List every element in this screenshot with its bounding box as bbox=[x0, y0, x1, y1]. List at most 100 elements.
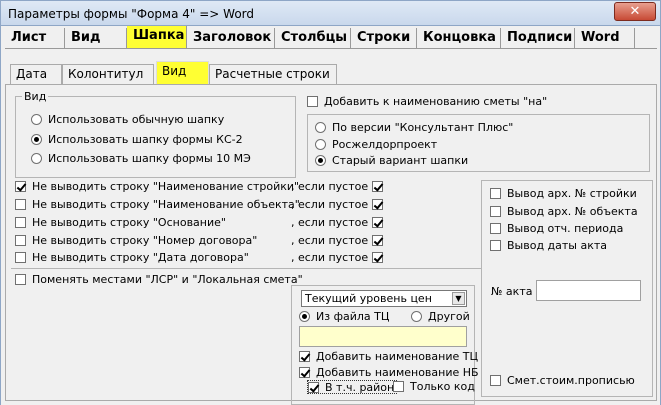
act-no-input[interactable] bbox=[536, 280, 641, 301]
title-bar: Параметры формы "Форма 4" => Word ✕ bbox=[0, 0, 661, 26]
arch-construction-no-checkbox[interactable]: Вывод арх. № стройки bbox=[490, 187, 637, 201]
radio-button[interactable] bbox=[411, 311, 422, 322]
checkbox[interactable] bbox=[393, 381, 404, 392]
price-level-select[interactable]: Текущий уровень цен ▼ bbox=[301, 290, 467, 307]
checkbox[interactable] bbox=[371, 252, 383, 263]
checkbox[interactable] bbox=[15, 181, 26, 192]
radio-label: Использовать шапку формы КС-2 bbox=[48, 133, 243, 146]
checkbox[interactable] bbox=[307, 96, 318, 107]
radio-10me-header[interactable]: Использовать шапку формы 10 МЭ bbox=[31, 152, 251, 166]
radio-consultant[interactable]: По версии "Консультант Плюс" bbox=[315, 121, 513, 135]
chevron-down-icon[interactable]: ▼ bbox=[452, 292, 465, 305]
radio-button[interactable] bbox=[315, 155, 326, 166]
view-group-legend: Вид bbox=[22, 90, 49, 103]
act-date-checkbox[interactable]: Вывод даты акта bbox=[490, 239, 607, 253]
add-nb-name-checkbox[interactable]: Добавить наименование НБ bbox=[299, 366, 479, 380]
radio-label: Росжелдорпроект bbox=[332, 138, 438, 151]
incl-region-checkbox[interactable]: В т.ч. район bbox=[307, 380, 398, 394]
if-empty-object[interactable]: , если пустое bbox=[291, 198, 389, 212]
if-empty-construction[interactable]: , если пустое bbox=[291, 180, 389, 194]
tab-signatures[interactable]: Подписи bbox=[501, 28, 575, 49]
radio-label: Использовать обычную шапку bbox=[48, 113, 225, 126]
checkbox[interactable] bbox=[490, 223, 501, 234]
price-file-field[interactable] bbox=[299, 326, 467, 347]
if-empty-label: , если пустое bbox=[291, 251, 369, 264]
radio-button[interactable] bbox=[299, 311, 310, 322]
tab-divider bbox=[5, 48, 657, 49]
checkbox[interactable] bbox=[490, 240, 501, 251]
if-empty-label: , если пустое bbox=[291, 180, 369, 193]
tab-title[interactable]: Заголовок bbox=[187, 28, 275, 49]
checkbox-label: Вывод отч. периода bbox=[507, 222, 624, 235]
radio-button[interactable] bbox=[31, 153, 42, 164]
checkbox[interactable] bbox=[15, 252, 26, 263]
report-period-checkbox[interactable]: Вывод отч. периода bbox=[490, 222, 623, 236]
radio-label: Из файла ТЦ bbox=[316, 310, 390, 323]
radio-old-header[interactable]: Старый вариант шапки bbox=[315, 154, 468, 168]
tab-ending[interactable]: Концовка bbox=[417, 28, 501, 49]
hide-contract-date-row[interactable]: Не выводить строку "Дата договора" bbox=[15, 251, 249, 265]
radio-label: Другой bbox=[428, 310, 470, 323]
checkbox-label: Добавить наименование ТЦ bbox=[316, 350, 479, 363]
radio-plain-header[interactable]: Использовать обычную шапку bbox=[31, 113, 224, 127]
checkbox[interactable] bbox=[371, 217, 383, 228]
radio-button[interactable] bbox=[315, 122, 326, 133]
act-no-label: № акта bbox=[491, 285, 533, 298]
hide-contract-no-row[interactable]: Не выводить строку "Номер договора" bbox=[15, 234, 257, 248]
checkbox[interactable] bbox=[299, 351, 310, 362]
radio-label: Использовать шапку формы 10 МЭ bbox=[48, 152, 251, 165]
tab-word[interactable]: Word bbox=[575, 28, 635, 49]
checkbox[interactable] bbox=[371, 235, 383, 246]
if-empty-basis[interactable]: , если пустое bbox=[291, 216, 389, 230]
radio-button[interactable] bbox=[31, 134, 42, 145]
checkbox[interactable] bbox=[308, 382, 319, 393]
radio-button[interactable] bbox=[31, 114, 42, 125]
radio-ks2-header[interactable]: Использовать шапку формы КС-2 bbox=[31, 133, 243, 147]
checkbox[interactable] bbox=[299, 367, 310, 378]
hide-object-row[interactable]: Не выводить строку "Наименование объекта… bbox=[15, 198, 300, 212]
window-title: Параметры формы "Форма 4" => Word bbox=[8, 7, 255, 21]
checkbox[interactable] bbox=[15, 217, 26, 228]
close-button[interactable]: ✕ bbox=[614, 2, 656, 21]
checkbox-label: Только код bbox=[410, 380, 475, 393]
checkbox-label: Поменять местами "ЛСР" и "Локальная смет… bbox=[32, 273, 303, 286]
tab-header[interactable]: Шапка bbox=[127, 26, 187, 48]
if-empty-label: , если пустое bbox=[291, 198, 369, 211]
add-name-checkbox[interactable]: Добавить к наименованию сметы "на" bbox=[307, 95, 547, 109]
arch-object-no-checkbox[interactable]: Вывод арх. № объекта bbox=[490, 205, 638, 219]
radio-button[interactable] bbox=[315, 139, 326, 150]
checkbox[interactable] bbox=[15, 274, 26, 285]
if-empty-contract-date[interactable]: , если пустое bbox=[291, 251, 389, 265]
if-empty-contract-no[interactable]: , если пустое bbox=[291, 234, 389, 248]
checkbox[interactable] bbox=[371, 199, 383, 210]
separator bbox=[11, 268, 481, 269]
checkbox[interactable] bbox=[490, 206, 501, 217]
cost-in-words-checkbox[interactable]: Смет.стоим.прописью bbox=[490, 374, 635, 388]
radio-other[interactable]: Другой bbox=[411, 310, 470, 324]
tab-rows[interactable]: Строки bbox=[351, 28, 417, 49]
tab-columns[interactable]: Столбцы bbox=[275, 28, 351, 49]
tab-view[interactable]: Вид bbox=[65, 28, 127, 49]
dialog-body: Лист Вид Шапка Заголовок Столбцы Строки … bbox=[0, 26, 661, 405]
subtab-footer[interactable]: Колонтитул bbox=[62, 64, 154, 84]
radio-rzd[interactable]: Росжелдорпроект bbox=[315, 138, 437, 152]
checkbox[interactable] bbox=[490, 188, 501, 199]
tab-list[interactable]: Лист bbox=[5, 28, 65, 49]
checkbox-label: Вывод арх. № объекта bbox=[507, 205, 638, 218]
checkbox-label: Не выводить строку "Основание" bbox=[32, 216, 226, 229]
checkbox[interactable] bbox=[15, 235, 26, 246]
code-only-checkbox[interactable]: Только код bbox=[393, 380, 475, 394]
checkbox[interactable] bbox=[371, 181, 383, 192]
subtab-date[interactable]: Дата bbox=[10, 64, 62, 84]
radio-from-file[interactable]: Из файла ТЦ bbox=[299, 310, 389, 324]
subtab-calc-rows[interactable]: Расчетные строки bbox=[209, 64, 337, 84]
swap-lsr-checkbox[interactable]: Поменять местами "ЛСР" и "Локальная смет… bbox=[15, 273, 303, 287]
add-tc-name-checkbox[interactable]: Добавить наименование ТЦ bbox=[299, 350, 478, 364]
radio-label: Старый вариант шапки bbox=[332, 154, 469, 167]
checkbox-label: Не выводить строку "Наименование стройки… bbox=[32, 180, 300, 193]
hide-basis-row[interactable]: Не выводить строку "Основание" bbox=[15, 216, 226, 230]
checkbox[interactable] bbox=[15, 199, 26, 210]
checkbox[interactable] bbox=[490, 375, 501, 386]
hide-construction-row[interactable]: Не выводить строку "Наименование стройки… bbox=[15, 180, 299, 194]
subtab-view[interactable]: Вид bbox=[156, 61, 209, 84]
